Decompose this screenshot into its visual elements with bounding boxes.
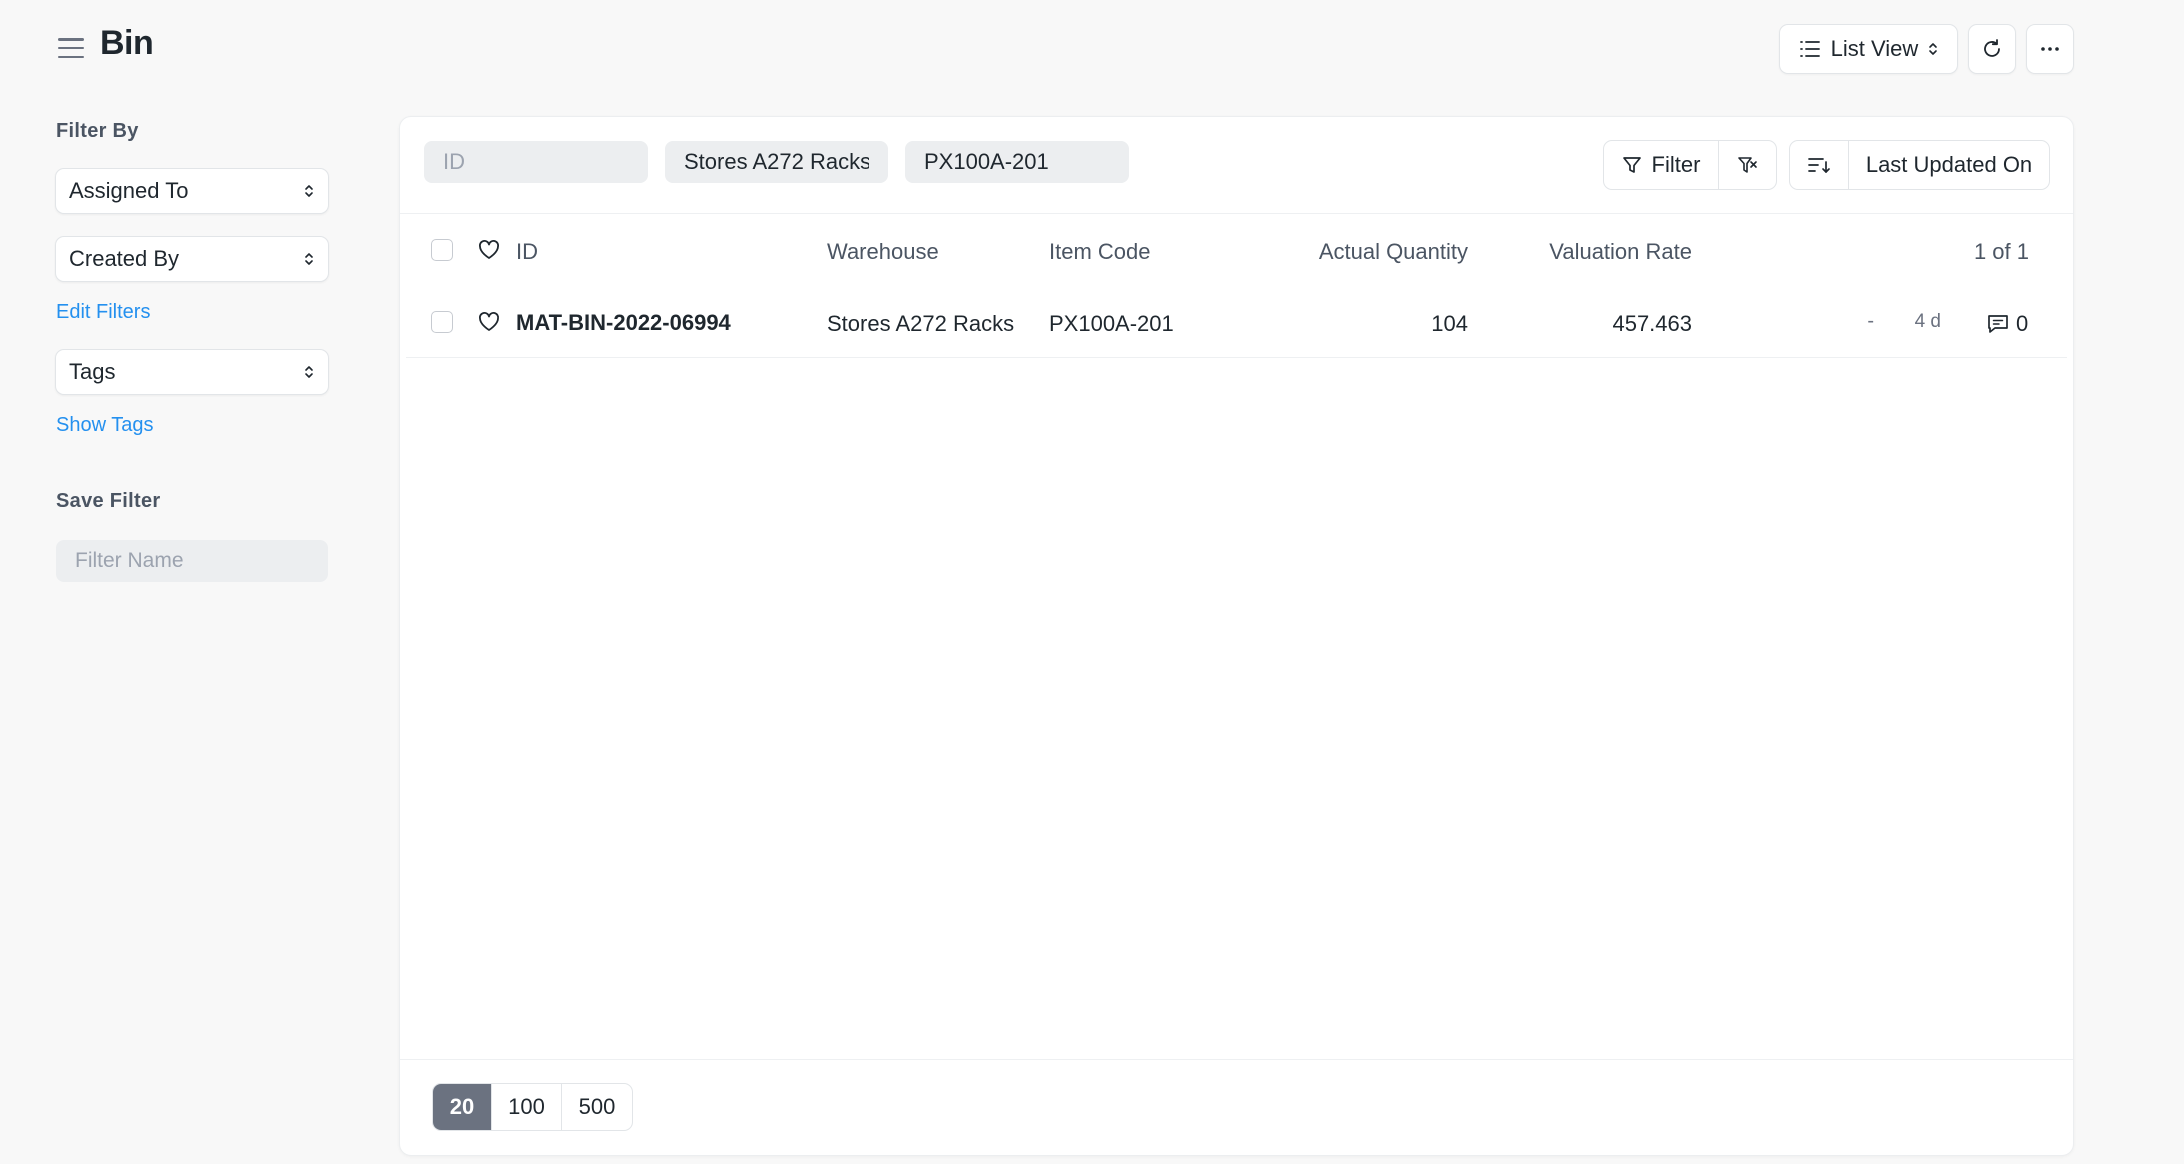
show-tags-link[interactable]: Show Tags [56,414,153,437]
refresh-icon [1984,39,2000,57]
tags-label: Tags [69,359,116,384]
sort-descending-icon [1808,158,1830,173]
filter-name-input[interactable] [56,540,328,582]
created-by-label: Created By [69,246,180,271]
refresh-button[interactable] [1968,24,2016,74]
list-icon [1799,41,1820,57]
result-count: 1 of 1 [1973,239,2029,264]
page-title: Bin [100,24,154,62]
row-modified-time: 4 d [1914,311,1941,332]
row-actual-quantity: 104 [1431,311,1468,336]
divider [400,1059,2073,1060]
warehouse-filter-input[interactable] [665,141,888,183]
sidebar-toggle-icon[interactable] [56,36,86,60]
row-dash: - [1867,310,1874,332]
divider [400,213,2073,214]
page-size-20-button[interactable]: 20 [433,1084,492,1130]
filter-button[interactable]: Filter [1603,140,1719,190]
column-header-id[interactable]: ID [516,239,538,265]
id-filter-input[interactable] [424,141,648,183]
more-horizontal-icon [2041,47,2059,51]
heart-icon[interactable] [477,238,501,262]
assigned-to-label: Assigned To [69,178,189,203]
select-arrows-icon [305,366,313,378]
assigned-to-select[interactable]: Assigned To [55,168,329,214]
row-id-link[interactable]: MAT-BIN-2022-06994 [516,310,731,336]
item-code-filter-input[interactable] [905,141,1129,183]
sort-direction-button[interactable] [1789,140,1849,190]
row-item-code: PX100A-201 [1049,311,1174,336]
filter-label: Filter [1651,152,1701,177]
comment-icon [1988,315,2008,333]
row-warehouse: Stores A272 Racks [827,311,1015,336]
row-checkbox[interactable] [431,311,453,333]
divider [406,357,2067,358]
page-size-100-button[interactable]: 100 [492,1084,562,1130]
select-all-checkbox[interactable] [431,239,453,261]
select-arrows-icon [305,185,313,197]
column-header-valuation-rate[interactable]: Valuation Rate [1549,239,1692,265]
page-size-500-button[interactable]: 500 [562,1084,632,1130]
row-valuation-rate: 457.463 [1612,311,1692,336]
column-header-item-code[interactable]: Item Code [1049,239,1151,265]
page-size-selector: 20 100 500 [432,1083,633,1131]
created-by-select[interactable]: Created By [55,236,329,282]
select-arrows-icon [305,253,313,265]
filter-icon [1622,157,1641,173]
clear-filters-button[interactable] [1718,140,1777,190]
filter-by-heading: Filter By [56,120,139,142]
list-view-label: List View [1830,36,1919,61]
tags-select[interactable]: Tags [55,349,329,395]
select-arrows-icon [1929,43,1938,55]
column-header-actual-quantity[interactable]: Actual Quantity [1319,239,1468,265]
row-comment-count: 0 [2016,311,2029,336]
list-view-button[interactable]: List View [1779,24,1958,74]
more-actions-button[interactable] [2026,24,2074,74]
sort-field-label: Last Updated On [1865,152,2033,177]
sort-field-button[interactable]: Last Updated On [1848,140,2050,190]
filter-clear-icon [1737,157,1757,173]
heart-icon[interactable] [477,310,501,334]
column-header-warehouse[interactable]: Warehouse [827,239,939,265]
list-card: Filter Last Updated On ID Warehouse Item… [399,116,2074,1156]
save-filter-heading: Save Filter [56,490,161,512]
edit-filters-link[interactable]: Edit Filters [56,301,150,324]
